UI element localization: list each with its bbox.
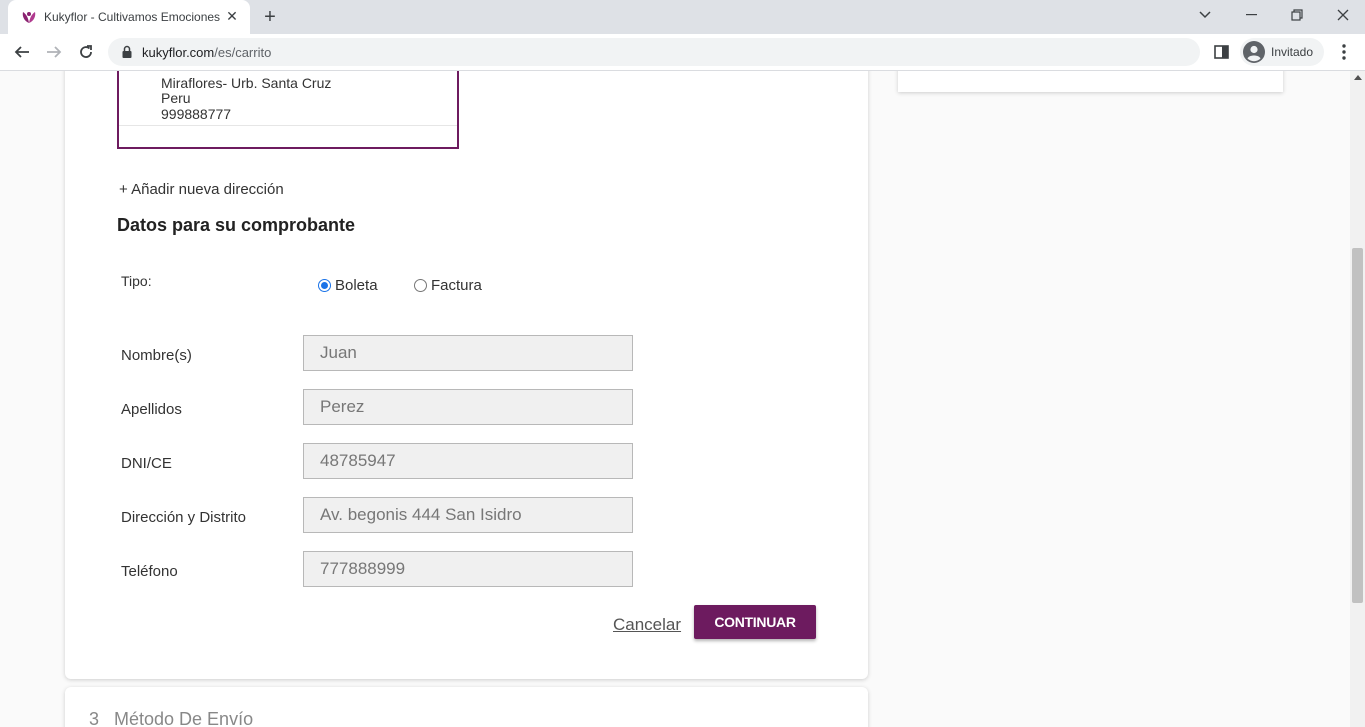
dni-label: DNI/CE <box>121 455 172 472</box>
direccion-label: Dirección y Distrito <box>121 509 247 526</box>
tab-title: Kukyflor - Cultivamos Emociones <box>44 10 221 24</box>
radio-boleta[interactable]: Boleta <box>318 277 378 294</box>
restore-icon[interactable] <box>1274 0 1320 30</box>
avatar-icon <box>1243 41 1265 63</box>
address-line-district: Miraflores- Urb. Santa Cruz <box>161 75 332 91</box>
radio-unchecked-icon <box>414 279 427 292</box>
section-title: Datos para su comprobante <box>117 215 356 235</box>
address-line-phone: 999888777 <box>161 106 232 122</box>
selected-address-card[interactable]: Miraflores- Urb. Santa Cruz Peru 9998887… <box>117 71 459 149</box>
order-summary-card <box>898 71 1283 92</box>
new-tab-icon[interactable]: + <box>259 6 281 28</box>
scroll-thumb[interactable] <box>1352 248 1363 603</box>
address-line-country: Peru <box>161 90 191 106</box>
url-text: kukyflor.com/es/carrito <box>142 45 272 60</box>
minimize-icon[interactable] <box>1228 0 1274 30</box>
step-number: 3 <box>89 709 100 727</box>
side-panel-icon[interactable] <box>1212 42 1232 62</box>
apellidos-input[interactable]: Perez <box>303 389 633 425</box>
continue-button[interactable]: CONTINUAR <box>694 605 816 639</box>
radio-checked-icon <box>318 279 331 292</box>
add-address-link[interactable]: + Añadir nueva dirección <box>119 181 284 198</box>
radio-factura-label: Factura <box>431 277 482 294</box>
close-tab-icon[interactable]: ✕ <box>224 8 240 24</box>
page-scrollbar[interactable] <box>1350 71 1365 727</box>
telefono-input[interactable]: 777888999 <box>303 551 633 587</box>
profile-name: Invitado <box>1271 45 1314 59</box>
shipping-method-step[interactable]: 3 Método De Envío <box>65 687 868 727</box>
dni-input[interactable]: 48785947 <box>303 443 633 479</box>
nombre-label: Nombre(s) <box>121 347 192 364</box>
address-divider <box>119 125 457 126</box>
tab-strip: Kukyflor - Cultivamos Emociones ✕ + <box>0 0 1365 34</box>
billing-card: Miraflores- Urb. Santa Cruz Peru 9998887… <box>65 71 868 679</box>
reload-icon[interactable] <box>74 40 98 64</box>
tipo-label: Tipo: <box>121 273 152 289</box>
tab-search-icon[interactable] <box>1182 0 1228 30</box>
kukyflor-logo-icon <box>22 12 36 23</box>
page-viewport: Miraflores- Urb. Santa Cruz Peru 9998887… <box>0 71 1350 727</box>
browser-toolbar: kukyflor.com/es/carrito Invitado <box>0 34 1365 71</box>
nombre-input[interactable]: Juan <box>303 335 633 371</box>
radio-boleta-label: Boleta <box>335 277 378 294</box>
cancel-link[interactable]: Cancelar <box>613 615 681 635</box>
lock-icon <box>122 45 132 58</box>
address-bar[interactable]: kukyflor.com/es/carrito <box>108 38 1200 66</box>
direccion-input[interactable]: Av. begonis 444 San Isidro <box>303 497 633 533</box>
back-arrow-icon[interactable] <box>10 40 34 64</box>
kebab-menu-icon[interactable] <box>1334 42 1354 62</box>
apellidos-label: Apellidos <box>121 401 182 418</box>
telefono-label: Teléfono <box>121 563 178 580</box>
browser-tab[interactable]: Kukyflor - Cultivamos Emociones ✕ <box>8 0 250 34</box>
close-window-icon[interactable] <box>1320 0 1365 30</box>
profile-button[interactable]: Invitado <box>1240 38 1324 66</box>
radio-factura[interactable]: Factura <box>414 277 482 294</box>
step-title: Método De Envío <box>114 709 254 727</box>
scroll-up-arrow-icon[interactable] <box>1354 75 1362 80</box>
forward-arrow-icon[interactable] <box>42 40 66 64</box>
